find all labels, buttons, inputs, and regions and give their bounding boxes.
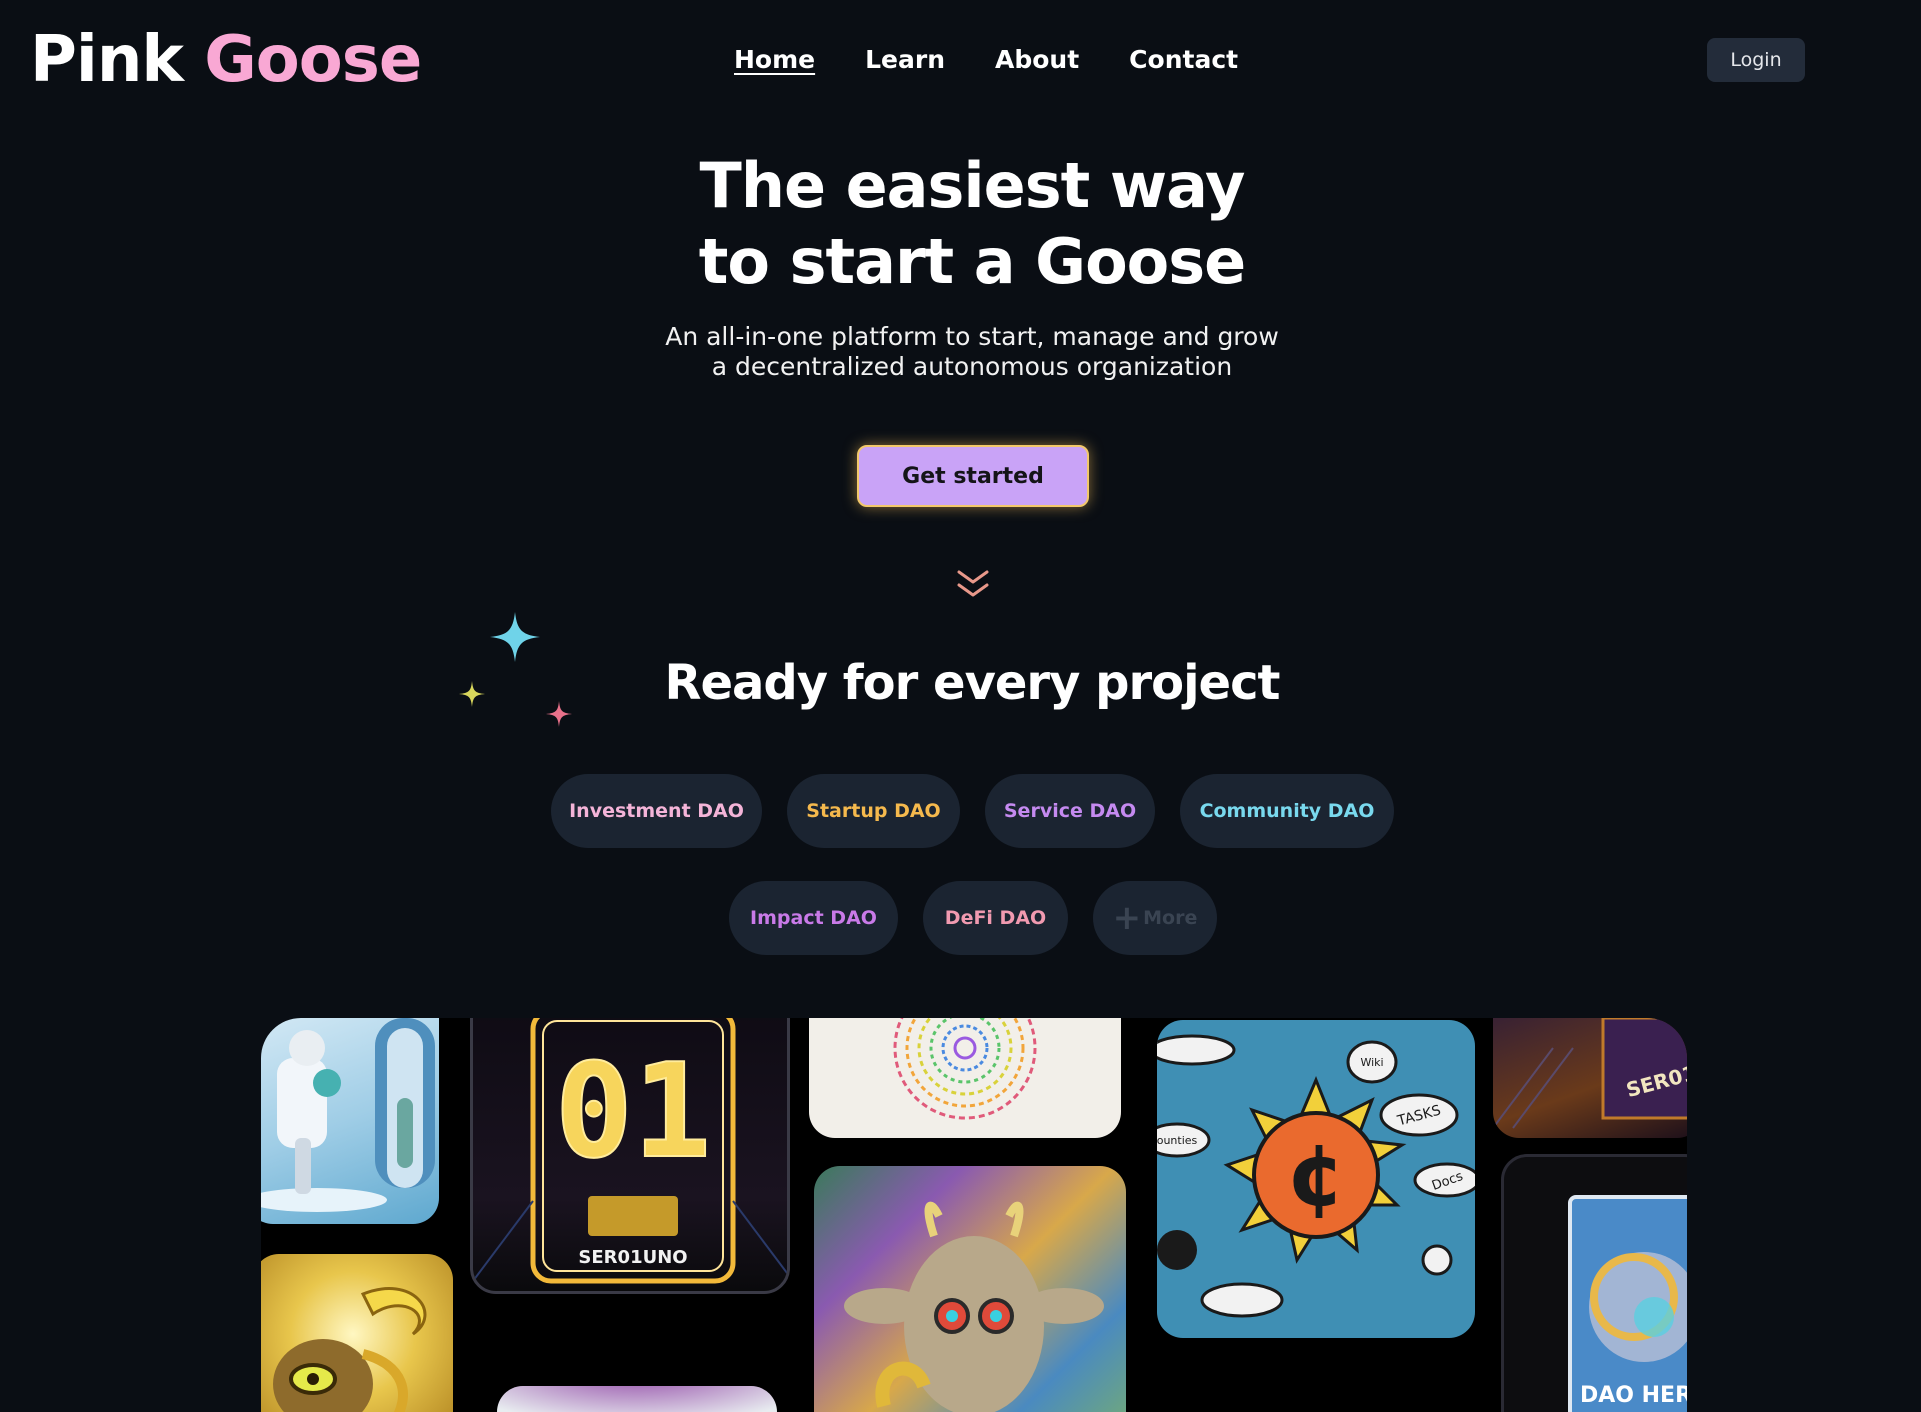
projects-title: Ready for every project xyxy=(664,655,1281,711)
golden-creature-illustration xyxy=(273,1287,427,1412)
card-golden-creature[interactable] xyxy=(261,1254,453,1412)
pill-startup-dao[interactable]: Startup DAO xyxy=(787,774,960,848)
pill-service-dao[interactable]: Service DAO xyxy=(985,774,1155,848)
coin-sun-illustration: ¢ TASKS Docs Wiki ounties xyxy=(1157,1034,1475,1318)
logo-word-pink: Pink xyxy=(30,23,184,97)
hero-title-line-2: to start a Goose xyxy=(698,225,1246,298)
robot-illustration xyxy=(261,1018,435,1212)
card-ticket[interactable] xyxy=(497,1386,777,1412)
seruno-illustration: 01 SER01UNO xyxy=(473,1018,787,1284)
ticket-glow xyxy=(497,1386,777,1412)
pill-impact-dao[interactable]: Impact DAO xyxy=(729,881,898,955)
card-mandala[interactable] xyxy=(809,1018,1121,1138)
hero-subtitle-line-1: An all-in-one platform to start, manage … xyxy=(665,322,1279,351)
mandala-illustration xyxy=(893,1018,1037,1120)
chevron-double-down-icon[interactable] xyxy=(955,568,991,602)
card-goat[interactable] xyxy=(814,1166,1126,1412)
card-seruno-text: SER01UNO xyxy=(578,1247,687,1268)
login-button[interactable]: Login xyxy=(1707,38,1805,82)
card-dao-heroes-text: DAO HEROES xyxy=(1580,1383,1687,1408)
main-nav: Home Learn About Contact xyxy=(734,40,1288,80)
nav-about[interactable]: About xyxy=(995,40,1079,80)
plus-icon: + xyxy=(1112,898,1142,938)
pill-community-dao[interactable]: Community DAO xyxy=(1180,774,1394,848)
card-coin-sun[interactable]: ¢ TASKS Docs Wiki ounties xyxy=(1157,1020,1475,1338)
nav-learn[interactable]: Learn xyxy=(865,40,945,80)
pill-more[interactable]: + More xyxy=(1093,881,1217,955)
card-sero-top[interactable]: SER01 xyxy=(1493,1018,1687,1138)
hero-subtitle: An all-in-one platform to start, manage … xyxy=(0,322,1921,382)
pill-more-label: More xyxy=(1143,907,1198,929)
card-wiki-text: Wiki xyxy=(1360,1056,1383,1069)
hero-title: The easiest way to start a Goose xyxy=(0,148,1921,300)
nft-gallery: 01 SER01UNO ¢ TASKS Docs Wiki ounties SE… xyxy=(261,1018,1687,1412)
card-bounties-text: ounties xyxy=(1157,1134,1198,1147)
hero-title-line-1: The easiest way xyxy=(699,149,1246,222)
logo[interactable]: Pink Goose xyxy=(30,20,422,100)
logo-word-goose: Goose xyxy=(204,23,422,97)
card-dao-heroes[interactable]: DAO HEROES xyxy=(1501,1154,1687,1412)
pill-investment-dao[interactable]: Investment DAO xyxy=(551,774,762,848)
sero-top-illustration: SER01 xyxy=(1493,1018,1687,1129)
card-number-text: 01 xyxy=(555,1035,712,1187)
card-robot[interactable] xyxy=(261,1018,439,1224)
hero-subtitle-line-2: a decentralized autonomous organization xyxy=(711,352,1233,381)
card-seruno-01[interactable]: 01 SER01UNO xyxy=(470,1018,790,1294)
nav-home[interactable]: Home xyxy=(734,40,815,80)
pill-defi-dao[interactable]: DeFi DAO xyxy=(923,881,1068,955)
goat-illustration xyxy=(844,1201,1104,1412)
nav-contact[interactable]: Contact xyxy=(1129,40,1238,80)
get-started-button[interactable]: Get started xyxy=(857,445,1089,507)
dao-heroes-illustration: DAO HEROES xyxy=(1568,1195,1687,1412)
cent-symbol-icon: ¢ xyxy=(1286,1126,1346,1226)
